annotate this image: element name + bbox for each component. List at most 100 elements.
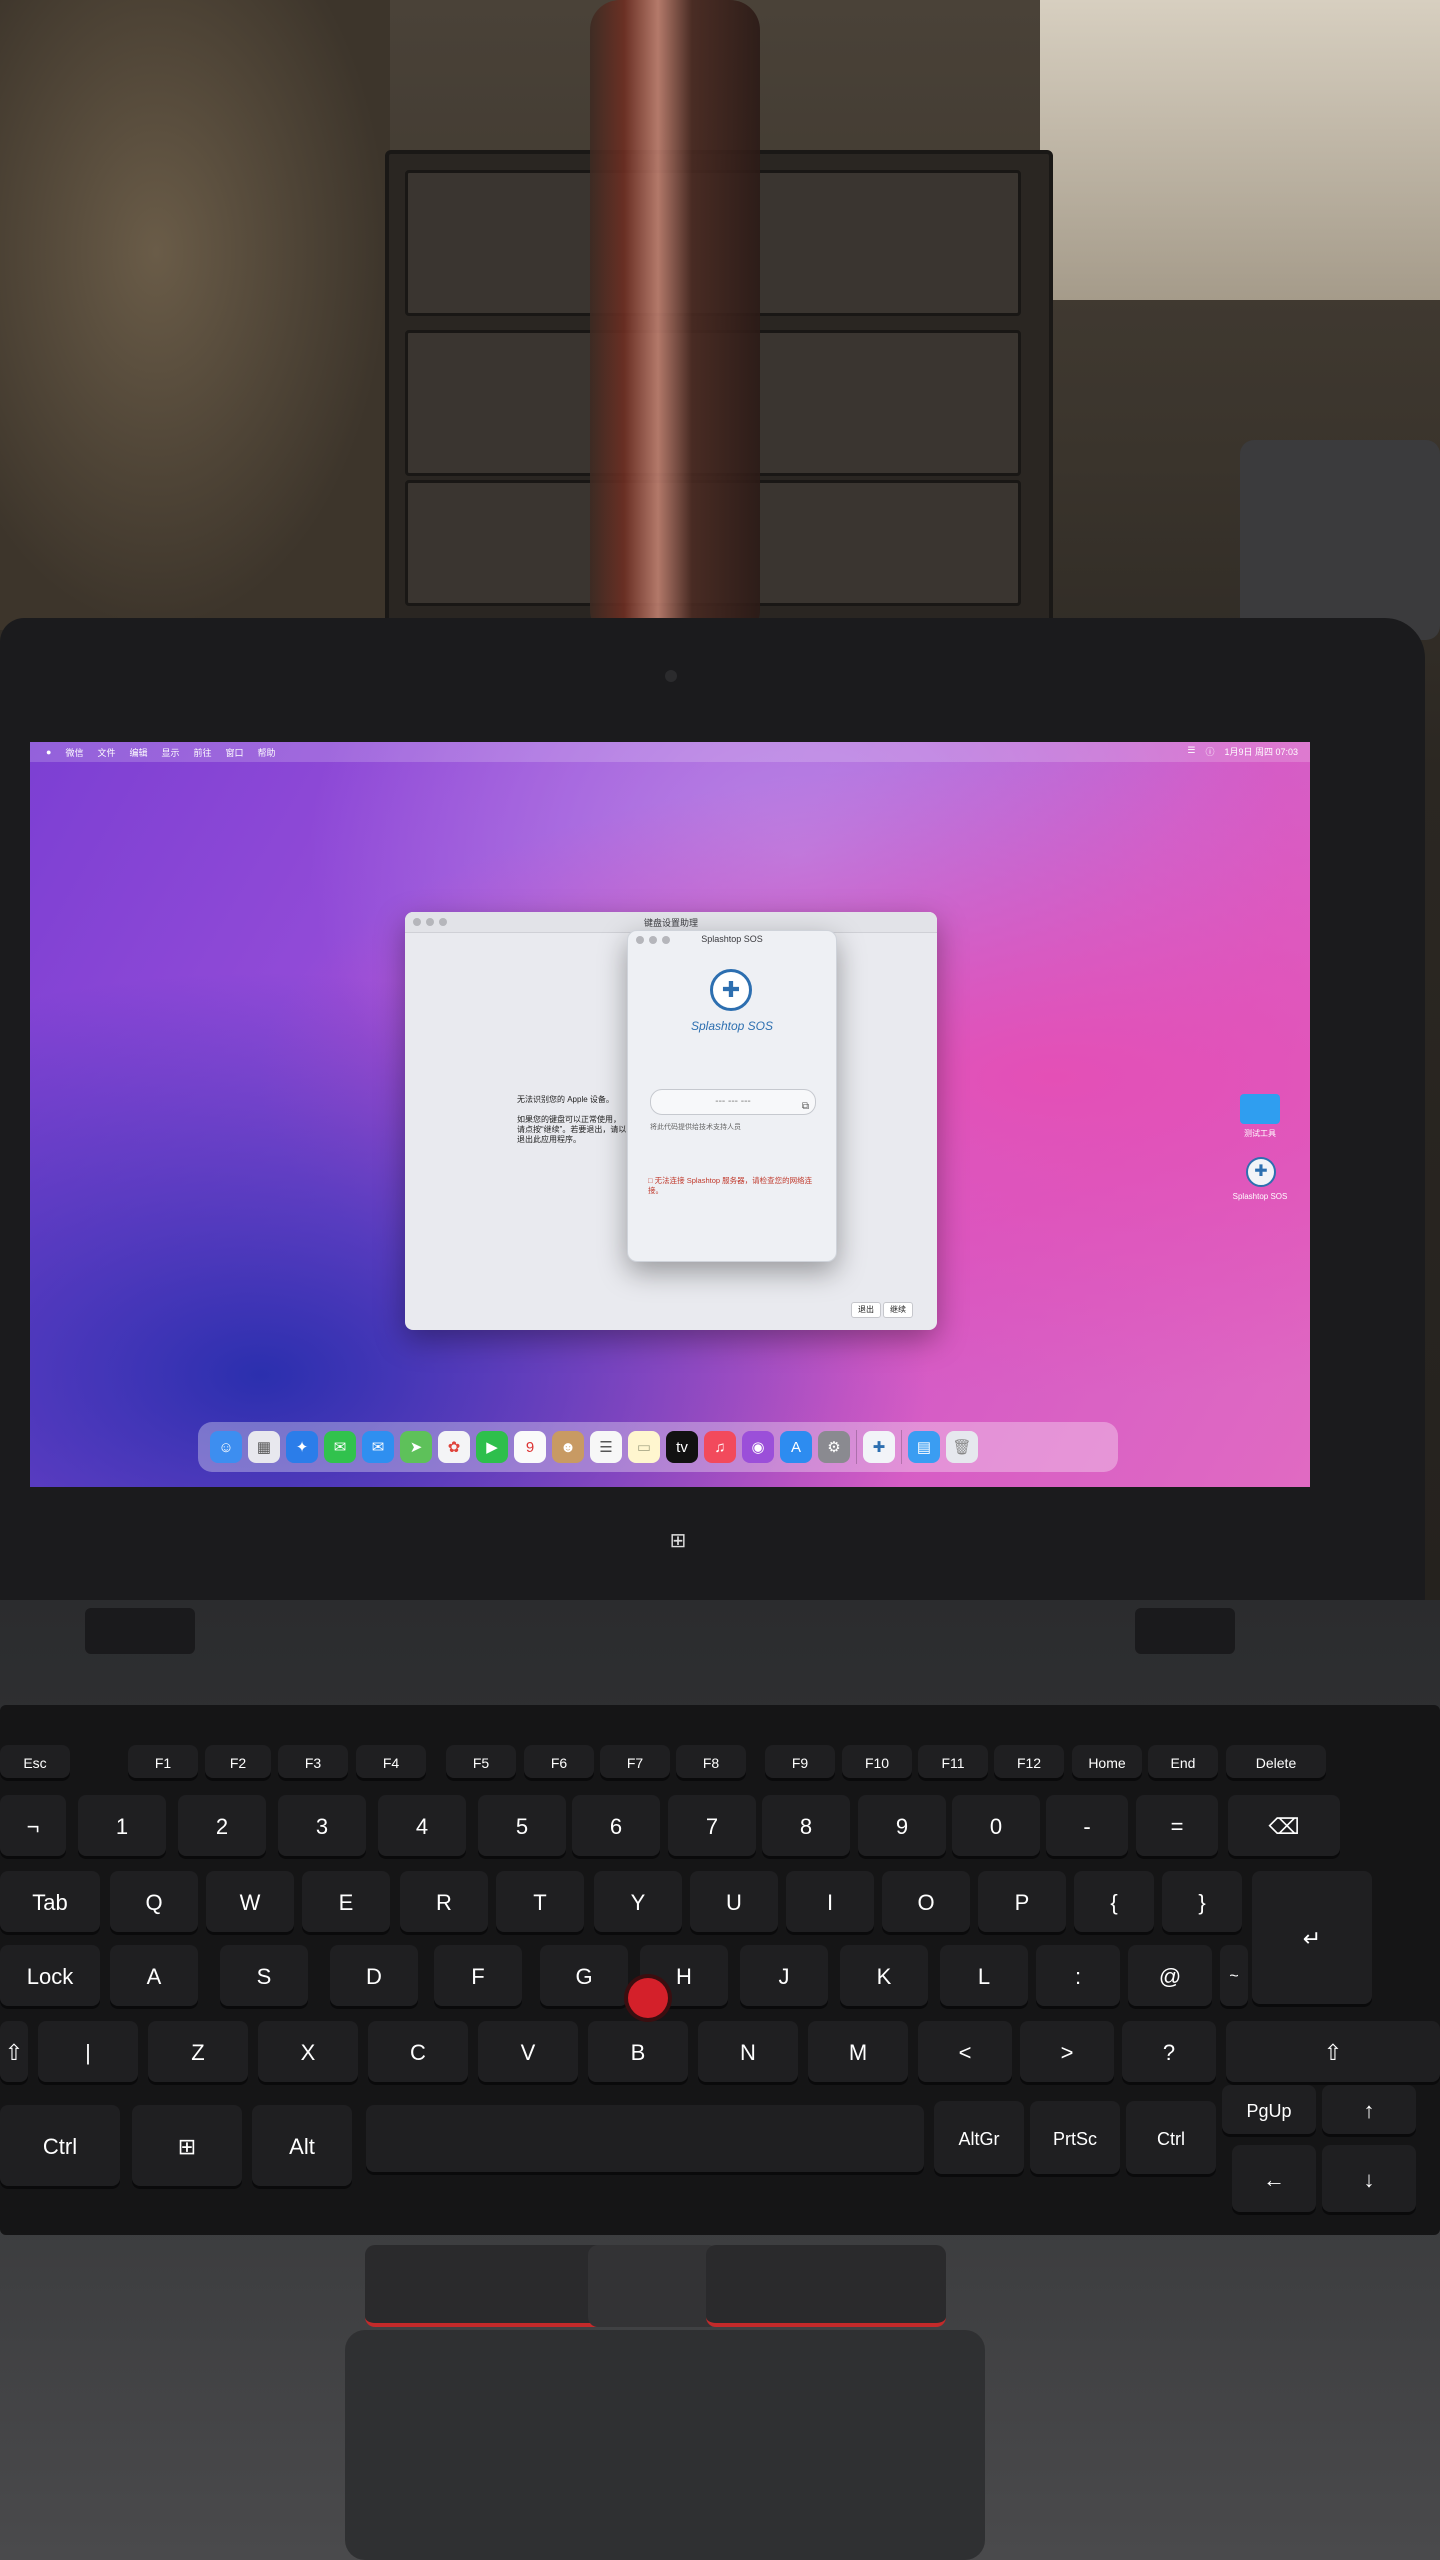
safari-icon[interactable]: ✦	[286, 1431, 318, 1463]
notes-icon[interactable]: ▭	[628, 1431, 660, 1463]
splashtop-desktop-icon[interactable]: ✚	[1246, 1157, 1276, 1187]
key-up-arrow[interactable]: ↑	[1322, 2085, 1416, 2137]
key-backslash[interactable]: |	[38, 2021, 138, 2085]
launchpad-icon[interactable]: ▦	[248, 1431, 280, 1463]
key-g[interactable]: G	[540, 1945, 628, 2009]
key-delete[interactable]: Delete	[1226, 1745, 1326, 1781]
menu-item[interactable]: 编辑	[129, 746, 147, 759]
menu-item[interactable]: 前往	[194, 746, 212, 759]
right-click-button[interactable]	[706, 2245, 946, 2327]
key-f8[interactable]: F8	[676, 1745, 746, 1781]
key-comma[interactable]: <	[918, 2021, 1012, 2085]
facetime-icon[interactable]: ▶	[476, 1431, 508, 1463]
photos-icon[interactable]: ✿	[438, 1431, 470, 1463]
key-f9[interactable]: F9	[765, 1745, 835, 1781]
key-esc[interactable]: Esc	[0, 1745, 70, 1781]
key-left-brace[interactable]: {	[1074, 1871, 1154, 1935]
continue-button[interactable]: 继续	[883, 1302, 913, 1318]
key-3[interactable]: 3	[278, 1795, 366, 1859]
key-home[interactable]: Home	[1072, 1745, 1142, 1781]
key-space[interactable]	[366, 2105, 924, 2175]
info-icon[interactable]: ⓘ	[1205, 745, 1214, 758]
key-r[interactable]: R	[400, 1871, 488, 1935]
key-pgup[interactable]: PgUp	[1222, 2085, 1316, 2137]
key-u[interactable]: U	[690, 1871, 778, 1935]
key-left-shift[interactable]: ⇧	[0, 2021, 28, 2085]
key-right-brace[interactable]: }	[1162, 1871, 1242, 1935]
messages-icon[interactable]: ✉	[324, 1431, 356, 1463]
mail-icon[interactable]: ✉	[362, 1431, 394, 1463]
key-7[interactable]: 7	[668, 1795, 756, 1859]
key-down-arrow[interactable]: ↓	[1322, 2145, 1416, 2215]
key-9[interactable]: 9	[858, 1795, 946, 1859]
apple-icon[interactable]: ●	[46, 747, 51, 757]
key-k[interactable]: K	[840, 1945, 928, 2009]
key-a[interactable]: A	[110, 1945, 198, 2009]
trackpoint[interactable]	[628, 1978, 668, 2018]
key-5[interactable]: 5	[478, 1795, 566, 1859]
key-6[interactable]: 6	[572, 1795, 660, 1859]
key-c[interactable]: C	[368, 2021, 468, 2085]
quit-button[interactable]: 退出	[851, 1302, 881, 1318]
control-center-icon[interactable]: ☰	[1187, 745, 1195, 758]
appstore-icon[interactable]: A	[780, 1431, 812, 1463]
key-f10[interactable]: F10	[842, 1745, 912, 1781]
key-2[interactable]: 2	[178, 1795, 266, 1859]
menu-clock[interactable]: 1月9日 周四 07:03	[1224, 745, 1298, 758]
key-o[interactable]: O	[882, 1871, 970, 1935]
trash-icon[interactable]: 🗑	[946, 1431, 978, 1463]
key-p[interactable]: P	[978, 1871, 1066, 1935]
key-f12[interactable]: F12	[994, 1745, 1064, 1781]
touchpad[interactable]	[345, 2330, 985, 2560]
key-n[interactable]: N	[698, 2021, 798, 2085]
key-tab[interactable]: Tab	[0, 1871, 100, 1935]
key-b[interactable]: B	[588, 2021, 688, 2085]
key-f2[interactable]: F2	[205, 1745, 271, 1781]
key-f6[interactable]: F6	[524, 1745, 594, 1781]
menu-item[interactable]: 帮助	[258, 746, 276, 759]
key-f3[interactable]: F3	[278, 1745, 348, 1781]
key-v[interactable]: V	[478, 2021, 578, 2085]
key-left-arrow[interactable]: ←	[1232, 2145, 1316, 2215]
folder-icon[interactable]	[1240, 1094, 1280, 1124]
key-f5[interactable]: F5	[446, 1745, 516, 1781]
menu-item[interactable]: 显示	[161, 746, 179, 759]
menu-item[interactable]: 微信	[65, 746, 83, 759]
key-s[interactable]: S	[220, 1945, 308, 2009]
key-left-alt[interactable]: Alt	[252, 2105, 352, 2189]
podcasts-icon[interactable]: ◉	[742, 1431, 774, 1463]
key-d[interactable]: D	[330, 1945, 418, 2009]
key-f11[interactable]: F11	[918, 1745, 988, 1781]
key-enter[interactable]: ↵	[1252, 1871, 1372, 2007]
session-code-field[interactable]: --- --- --- ⧉	[650, 1089, 816, 1115]
menu-item[interactable]: 窗口	[226, 746, 244, 759]
key-apostrophe[interactable]: @	[1128, 1945, 1212, 2009]
key-backtick[interactable]: ¬	[0, 1795, 66, 1859]
key-4[interactable]: 4	[378, 1795, 466, 1859]
key-f[interactable]: F	[434, 1945, 522, 2009]
key-z[interactable]: Z	[148, 2021, 248, 2085]
key-f1[interactable]: F1	[128, 1745, 198, 1781]
key-l[interactable]: L	[940, 1945, 1028, 2009]
middle-click-button[interactable]	[588, 2245, 718, 2327]
menu-item[interactable]: 文件	[97, 746, 115, 759]
key-hash[interactable]: ~	[1220, 1945, 1248, 2009]
system-preferences-icon[interactable]: ⚙	[818, 1431, 850, 1463]
key-end[interactable]: End	[1148, 1745, 1218, 1781]
maps-icon[interactable]: ➤	[400, 1431, 432, 1463]
splashtop-dock-icon[interactable]: ✚	[863, 1431, 895, 1463]
key-slash[interactable]: ?	[1122, 2021, 1216, 2085]
key-period[interactable]: >	[1020, 2021, 1114, 2085]
key-e[interactable]: E	[302, 1871, 390, 1935]
key-equals[interactable]: =	[1136, 1795, 1218, 1859]
music-icon[interactable]: ♫	[704, 1431, 736, 1463]
key-right-ctrl[interactable]: Ctrl	[1126, 2101, 1216, 2177]
key-semicolon[interactable]: :	[1036, 1945, 1120, 2009]
calendar-icon[interactable]: 9	[514, 1431, 546, 1463]
key-j[interactable]: J	[740, 1945, 828, 2009]
key-windows[interactable]: ⊞	[132, 2105, 242, 2189]
key-f7[interactable]: F7	[600, 1745, 670, 1781]
key-prtsc[interactable]: PrtSc	[1030, 2101, 1120, 2177]
key-caps-lock[interactable]: Lock	[0, 1945, 100, 2009]
key-i[interactable]: I	[786, 1871, 874, 1935]
